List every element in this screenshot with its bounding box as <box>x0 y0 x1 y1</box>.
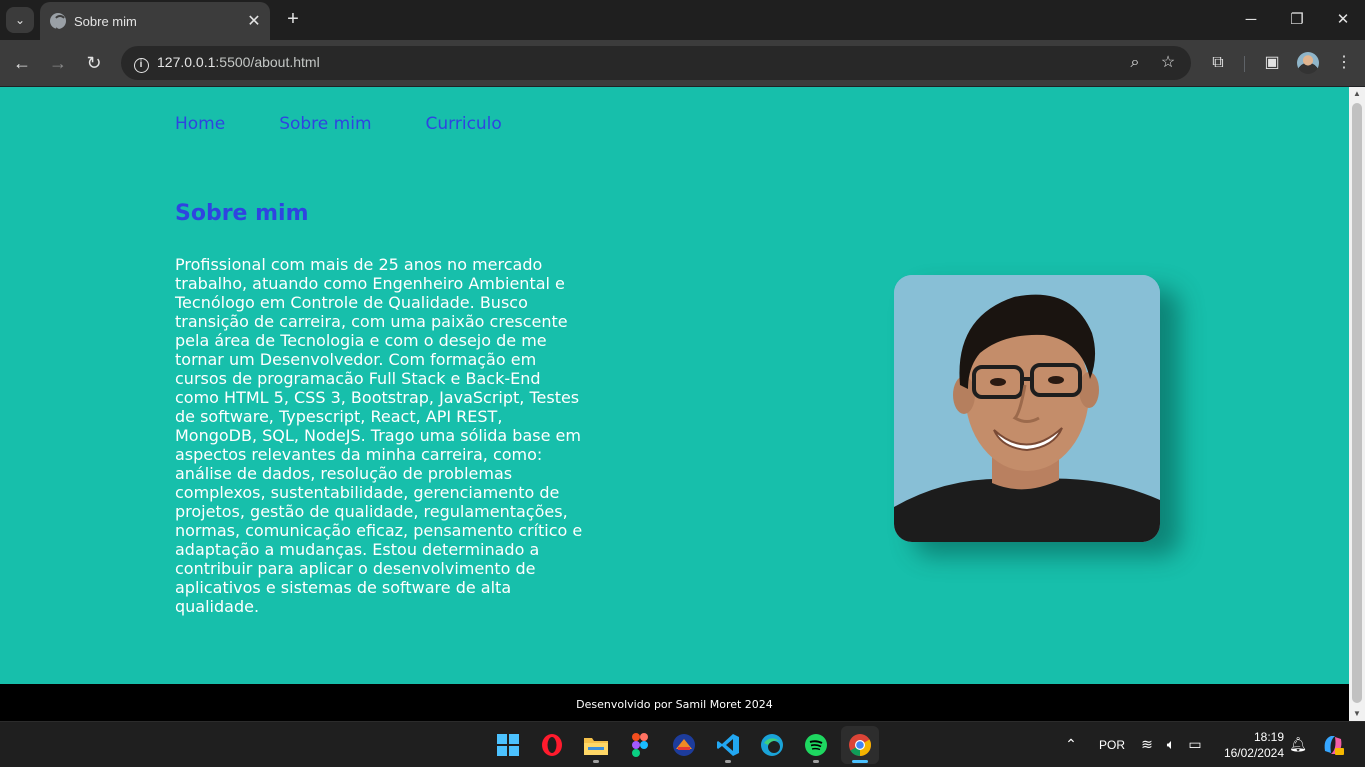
scroll-thumb[interactable] <box>1352 103 1362 703</box>
scroll-down-arrow[interactable]: ▼ <box>1349 707 1365 721</box>
notification-bell-icon[interactable]: 🔔︎ <box>1289 736 1307 753</box>
close-tab-icon[interactable]: ✕ <box>244 11 264 31</box>
clock-time[interactable]: 18:19 <box>1220 730 1284 744</box>
site-nav: Home Sobre mim Curriculo <box>175 114 502 134</box>
tab-search-button[interactable]: ⌄ <box>6 7 34 33</box>
url-path: :5500/about.html <box>215 54 320 70</box>
chevron-up-icon[interactable]: ⌃ <box>1062 736 1080 753</box>
spotify-icon[interactable] <box>797 726 835 764</box>
site-info-icon[interactable]: i <box>129 51 153 75</box>
portrait-image <box>894 275 1160 542</box>
globe-icon <box>50 13 66 29</box>
page-scrollbar[interactable]: ▲ ▼ <box>1349 87 1365 721</box>
browser-toolbar: ← → ↻ i 127.0.0.1:5500/about.html ⌕ ☆ ⧉ … <box>0 40 1365 86</box>
back-icon[interactable]: ← <box>10 51 34 75</box>
figma-icon[interactable] <box>621 726 659 764</box>
nav-link-curriculo[interactable]: Curriculo <box>426 114 502 134</box>
input-language[interactable]: POR <box>1099 738 1125 752</box>
nav-link-home[interactable]: Home <box>175 114 225 134</box>
file-explorer-icon[interactable] <box>577 726 615 764</box>
extensions-icon[interactable]: ⧉ <box>1206 51 1230 75</box>
browser-tab[interactable]: Sobre mim ✕ <box>40 2 270 40</box>
opera-icon[interactable] <box>533 726 571 764</box>
profile-avatar[interactable] <box>1297 52 1319 74</box>
copilot-icon[interactable] <box>1315 726 1351 764</box>
volume-icon[interactable]: 🔈︎ <box>1162 736 1180 753</box>
close-window-icon[interactable]: ✕ <box>1329 8 1357 32</box>
site-footer: Desenvolvido por Samil Moret 2024 <box>0 684 1349 721</box>
footer-text: Desenvolvido por Samil Moret 2024 <box>576 698 773 711</box>
chrome-icon[interactable] <box>841 726 879 764</box>
forward-icon[interactable]: → <box>46 51 70 75</box>
page-title: Sobre mim <box>175 201 309 226</box>
restore-icon[interactable]: ❐ <box>1283 8 1311 32</box>
scroll-up-arrow[interactable]: ▲ <box>1349 87 1365 101</box>
minimize-icon[interactable]: ─ <box>1237 8 1265 32</box>
clock-date[interactable]: 16/02/2024 <box>1220 746 1284 760</box>
bio-paragraph: Profissional com mais de 25 anos no merc… <box>175 255 583 616</box>
bookmark-star-icon[interactable]: ☆ <box>1156 51 1180 75</box>
url-text[interactable]: 127.0.0.1:5500/about.html <box>157 54 320 70</box>
new-tab-button[interactable]: + <box>282 8 304 30</box>
tab-title: Sobre mim <box>74 13 137 29</box>
battery-icon[interactable]: ▭ <box>1186 736 1204 753</box>
vscode-icon[interactable] <box>709 726 747 764</box>
app-icon[interactable] <box>665 726 703 764</box>
zoom-icon[interactable]: ⌕ <box>1123 51 1147 75</box>
windows-start-icon[interactable] <box>489 726 527 764</box>
profile-photo <box>894 275 1160 542</box>
nav-link-sobre-mim[interactable]: Sobre mim <box>279 114 371 134</box>
web-page: Home Sobre mim Curriculo Sobre mim Profi… <box>0 87 1349 721</box>
address-bar[interactable]: i 127.0.0.1:5500/about.html ⌕ ☆ <box>121 46 1191 80</box>
side-panel-icon[interactable]: ▣ <box>1260 51 1284 75</box>
url-host: 127.0.0.1 <box>157 54 216 70</box>
edge-icon[interactable] <box>753 726 791 764</box>
wifi-icon[interactable]: ≋ <box>1138 736 1156 753</box>
windows-taskbar: ⌃ POR ≋ 🔈︎ ▭ 18:19 16/02/2024 🔔︎ <box>0 721 1365 767</box>
toolbar-divider <box>1244 56 1245 72</box>
menu-kebab-icon[interactable]: ⋮ <box>1332 51 1356 75</box>
reload-icon[interactable]: ↻ <box>82 51 106 75</box>
browser-tab-strip: ⌄ Sobre mim ✕ + ─ ❐ ✕ <box>0 0 1365 40</box>
